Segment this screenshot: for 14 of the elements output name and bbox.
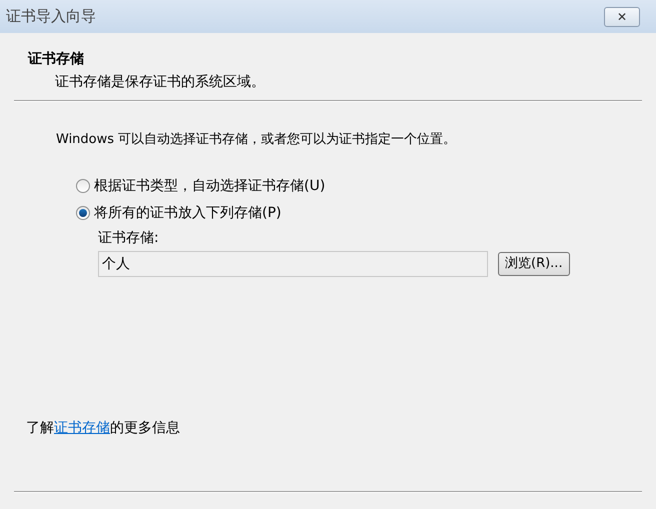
header-subtitle: 证书存储是保存证书的系统区域。 [54,73,266,92]
radio-option[interactable]: 将所有的证书放入下列存储(P) [76,202,656,224]
store-field[interactable]: 个人 [98,250,488,276]
header-title: 证书存储 [28,50,85,69]
browse-button[interactable]: 浏览(R)... [498,252,570,276]
radio-button[interactable] [76,179,90,193]
store-link[interactable]: 证书存储 [54,420,110,436]
field-label: 证书存储: [98,228,160,248]
intro-text: Windows 可以自动选择证书存储，或者您可以为证书指定一个位置。 [56,131,458,149]
more-info-text: 了解证书存储的更多信息 [26,419,181,438]
radio-option[interactable]: 根据证书类型，自动选择证书存储(U) [76,176,656,196]
radio-button[interactable] [76,206,90,220]
window-title: 证书导入向导 [6,6,96,28]
close-button[interactable]: ✕ [604,6,640,26]
